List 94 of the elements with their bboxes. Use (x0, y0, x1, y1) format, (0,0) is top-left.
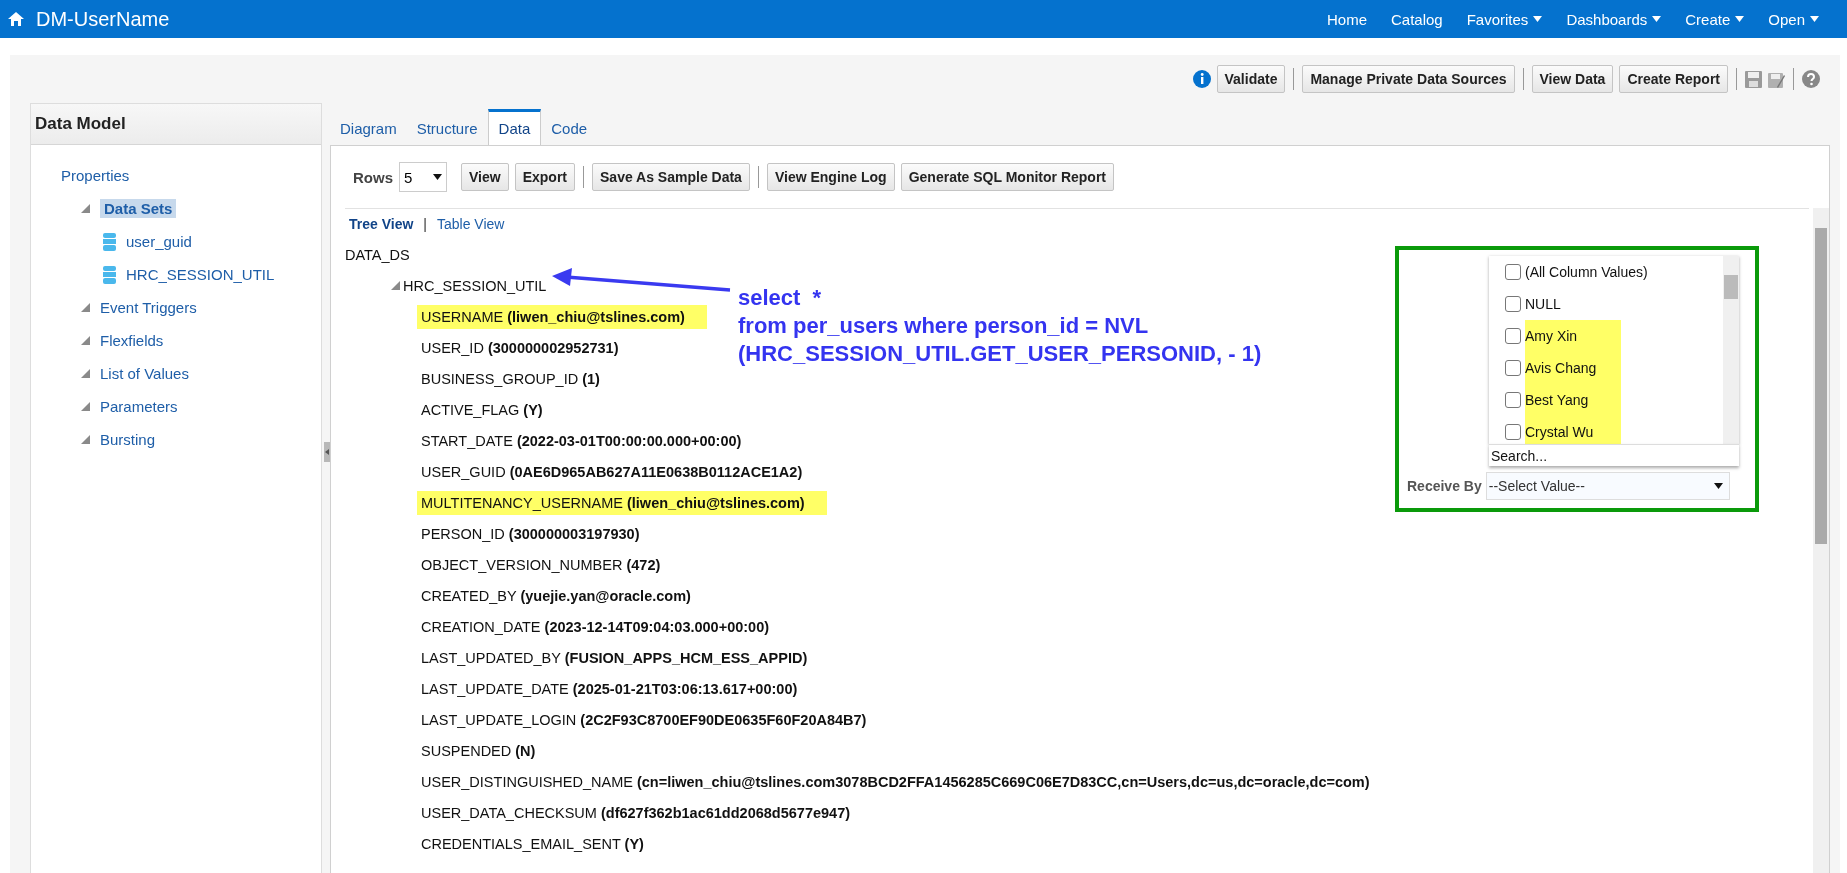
checkbox[interactable] (1505, 360, 1521, 376)
tree-field: USERNAME (liwen_chiu@tslines.com) (417, 304, 707, 329)
tree-field: LAST_UPDATE_LOGIN (2C2F93C8700EF90DE0635F60F20A84B7) (417, 707, 871, 732)
nav-link[interactable]: Catalog (1381, 10, 1453, 28)
option-label[interactable]: Amy Xin (1525, 320, 1621, 352)
expand-triangle-icon[interactable] (81, 303, 90, 312)
checkbox[interactable] (1505, 296, 1521, 312)
option-label[interactable]: NULL (1525, 288, 1561, 320)
sidebar-item[interactable]: Event Triggers (100, 299, 197, 316)
tree-field: USER_ID (300000002952731) (417, 335, 623, 360)
collapse-handle[interactable] (324, 442, 330, 462)
tab[interactable]: Diagram (330, 120, 407, 145)
sidebar-item[interactable]: List of Values (100, 365, 189, 382)
nav-link[interactable]: Create (1675, 10, 1755, 28)
help-icon[interactable] (1802, 70, 1820, 88)
expand-triangle-icon[interactable] (81, 204, 90, 213)
option-label[interactable]: Best Yang (1525, 384, 1621, 416)
tab[interactable]: Structure (406, 120, 488, 145)
tree-field: USER_DISTINGUISHED_NAME (cn=liwen_chiu@tslines.com3078BCD2FFA1456285C669C06E7D83CC,cn=Users,dc=us,dc=oracle,dc=com) (417, 769, 1374, 794)
caret-icon (1810, 16, 1819, 22)
view-link[interactable]: Table View (437, 216, 505, 232)
create-report-button[interactable]: Create Report (1619, 65, 1728, 93)
tree-field: USER_DATA_CHECKSUM (df627f362b1ac61dd2068d5677e947) (417, 800, 855, 825)
validate-button[interactable]: Validate (1216, 65, 1286, 93)
expand-triangle-icon[interactable] (81, 435, 90, 444)
database-icon (103, 232, 116, 251)
tree-field: CREDENTIALS_EMAIL_SENT (Y) (417, 831, 648, 856)
checkbox[interactable] (1505, 328, 1521, 344)
sidebar-item[interactable]: Flexfields (100, 332, 164, 349)
rows-label: Rows (353, 168, 393, 186)
tree-field: BUSINESS_GROUP_ID (1) (417, 366, 604, 391)
save-sample-button[interactable]: Save As Sample Data (592, 163, 750, 191)
sidebar-item[interactable]: Bursting (100, 431, 156, 448)
caret-icon (1652, 16, 1662, 22)
scrollbar[interactable] (1813, 208, 1829, 873)
tree-field: CREATION_DATE (2023-12-14T09:04:03.000+00:00) (417, 614, 774, 639)
caret-icon (1533, 16, 1543, 22)
view-data-button[interactable]: View Data (1531, 65, 1614, 93)
sidebar-item[interactable]: Data Sets (100, 199, 177, 218)
tree-field: OBJECT_VERSION_NUMBER (472) (417, 552, 665, 577)
checkbox[interactable] (1505, 392, 1521, 408)
manage-data-sources-button[interactable]: Manage Private Data Sources (1302, 65, 1515, 93)
expand-triangle-icon[interactable] (81, 402, 90, 411)
caret-icon (1713, 483, 1723, 489)
sidebar-item[interactable]: Parameters (100, 398, 178, 415)
tree-field: ACTIVE_FLAG (Y) (417, 397, 547, 422)
search-field[interactable]: Search... (1489, 444, 1739, 466)
nav-link[interactable]: Dashboards (1556, 10, 1672, 28)
sidebar-item[interactable]: user_guid (126, 233, 192, 250)
view-link[interactable]: Tree View (349, 216, 414, 232)
tree-field: SUSPENDED (N) (417, 738, 540, 763)
field-label: Receive By (1407, 478, 1482, 494)
expand-triangle-icon[interactable] (391, 281, 400, 290)
select-field[interactable]: --Select Value-- (1485, 472, 1730, 500)
list-scrollbar[interactable] (1723, 256, 1739, 444)
tab[interactable]: Data (487, 109, 542, 145)
info-icon[interactable] (1192, 70, 1211, 88)
tab[interactable]: Code (541, 120, 598, 145)
nav-link[interactable]: Favorites (1456, 10, 1553, 28)
sidebar-item[interactable]: Properties (61, 167, 130, 184)
nav-link[interactable]: Home (1316, 10, 1377, 28)
database-icon (103, 265, 116, 284)
option-label[interactable]: Crystal Wu (1525, 416, 1621, 444)
expand-triangle-icon[interactable] (81, 369, 90, 378)
engine-log-button[interactable]: View Engine Log (766, 163, 895, 191)
sql-annotation: select * from per_users where person_id = NVL (HRC_SESSION_UTIL.GET_USER_PERSONID, - 1) (738, 284, 1262, 368)
separator: | (423, 216, 427, 232)
save-as-icon[interactable] (1768, 70, 1785, 88)
option-label[interactable]: (All Column Values) (1525, 256, 1648, 288)
tree-field: START_DATE (2022-03-01T00:00:00.000+00:00) (417, 428, 746, 453)
caret-icon (1735, 16, 1745, 22)
tree-field: LAST_UPDATED_BY (FUSION_APPS_HCM_ESS_APPID) (417, 645, 812, 670)
tree-label: HRC_SESSION_UTIL (403, 277, 547, 294)
tree-label: DATA_DS (345, 246, 410, 263)
sidebar-item[interactable]: HRC_SESSION_UTIL (126, 266, 275, 283)
page-title: DM-UserName (36, 7, 171, 31)
export-button[interactable]: Export (514, 163, 575, 191)
tree-field: PERSON_ID (300000003197930) (417, 521, 644, 546)
nav-link[interactable]: Open (1758, 10, 1829, 28)
tree-field: USER_GUID (0AE6D965AB627A11E0638B0112ACE1A2) (417, 459, 807, 484)
sql-monitor-button[interactable]: Generate SQL Monitor Report (900, 163, 1114, 191)
tree-field: CREATED_BY (yuejie.yan@oracle.com) (417, 583, 695, 608)
checkbox[interactable] (1505, 424, 1521, 440)
rows-select[interactable]: 5 (399, 162, 447, 192)
caret-icon (433, 174, 442, 180)
view-button[interactable]: View (461, 163, 509, 191)
option-label[interactable]: Avis Chang (1525, 352, 1621, 384)
tree-field: MULTITENANCY_USERNAME (liwen_chiu@tslines.com) (417, 490, 827, 515)
panel-title: Data Model (35, 114, 126, 134)
tree-field: LAST_UPDATE_DATE (2025-01-21T03:06:13.617+00:00) (417, 676, 802, 701)
expand-triangle-icon[interactable] (81, 336, 90, 345)
save-icon[interactable] (1745, 70, 1762, 88)
checkbox[interactable] (1505, 264, 1521, 280)
home-icon[interactable] (8, 12, 24, 26)
